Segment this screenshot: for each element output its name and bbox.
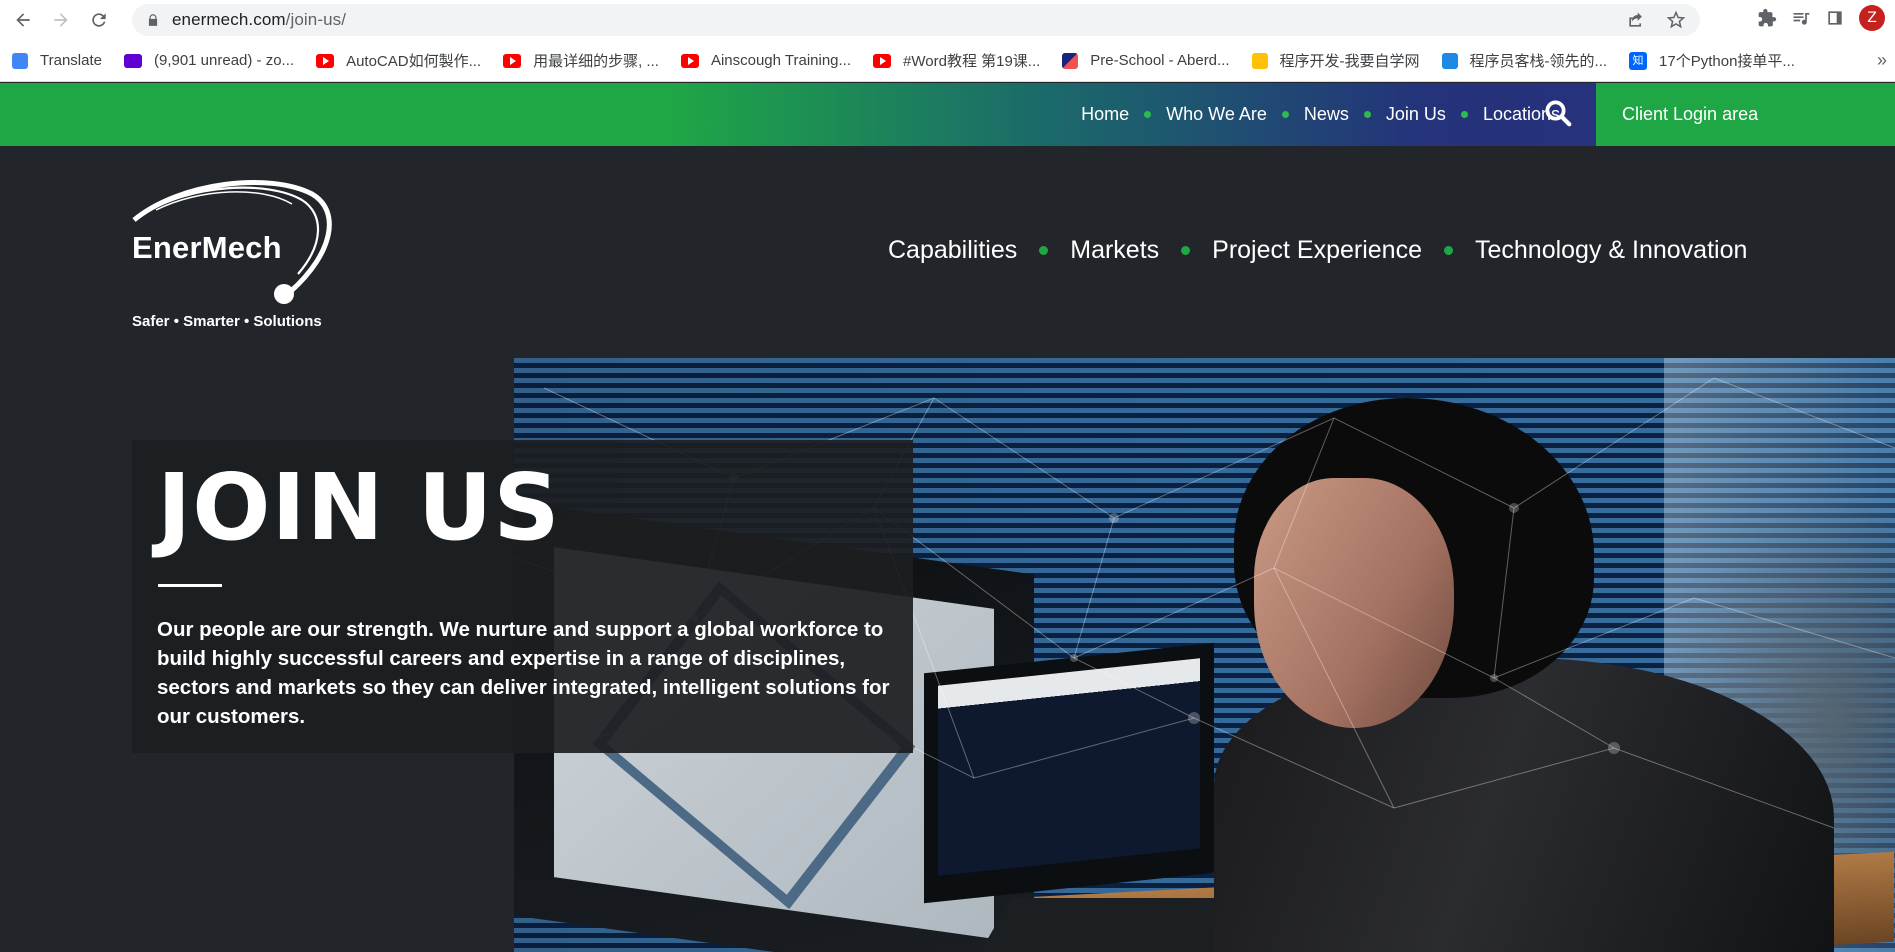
profile-avatar[interactable]: Z: [1859, 5, 1885, 31]
bookmark-label: 17个Python接单平...: [1659, 53, 1795, 70]
bookmark-label: 程序开发-我要自学网: [1279, 53, 1420, 70]
nav-separator-dot: [1460, 111, 1468, 118]
bookmark-inn[interactable]: 程序员客栈-领先的...: [1441, 50, 1608, 71]
hero-description: Our people are our strength. We nurture …: [157, 618, 890, 728]
topnav-who-we-are[interactable]: Who We Are: [1166, 104, 1267, 125]
bookmark-star-icon[interactable]: [1666, 10, 1686, 30]
bookmarks-overflow-button[interactable]: »: [1877, 50, 1887, 71]
bookmark-label: Ainscough Training...: [710, 52, 852, 69]
nav-separator-dot: [1039, 246, 1049, 255]
topnav-home[interactable]: Home: [1081, 104, 1129, 125]
mainnav-markets[interactable]: Markets: [1070, 236, 1159, 265]
bookmark-label: 用最详细的步骤, ...: [533, 53, 659, 70]
forward-button[interactable]: [46, 5, 76, 35]
bookmark-label: AutoCAD如何製作...: [346, 53, 482, 70]
bookmark-preschool[interactable]: Pre-School - Aberd...: [1062, 52, 1230, 69]
side-panel-icon[interactable]: [1825, 8, 1845, 28]
logo-tagline: Safer • Smarter • Solutions: [132, 313, 322, 330]
topnav-news[interactable]: News: [1304, 104, 1349, 125]
bookmark-label: Translate: [40, 52, 102, 69]
topnav-join-us[interactable]: Join Us: [1386, 104, 1446, 125]
arrow-right-icon: [54, 13, 68, 27]
bookmark-steps[interactable]: 用最详细的步骤, ...: [503, 50, 659, 71]
bookmark-dev[interactable]: 程序开发-我要自学网: [1251, 50, 1420, 71]
hero-text-panel: JOIN US Our people are our strength. We …: [132, 440, 913, 753]
bookmark-ainscough[interactable]: Ainscough Training...: [680, 52, 852, 69]
lock-icon: [148, 14, 158, 26]
arrow-left-icon: [16, 13, 30, 27]
site-icon: [1251, 52, 1268, 69]
nav-separator-dot: [1144, 111, 1152, 118]
bookmark-translate[interactable]: Translate: [12, 52, 102, 69]
mainnav-capabilities[interactable]: Capabilities: [888, 236, 1017, 265]
main-nav: Capabilities Markets Project Experience …: [888, 236, 1747, 265]
bookmark-label: #Word教程 第19课...: [903, 53, 1041, 70]
bookmark-label: (9,901 unread) - zo...: [153, 52, 295, 69]
share-icon[interactable]: [1626, 10, 1646, 30]
reload-button[interactable]: [84, 5, 114, 35]
bookmark-word[interactable]: #Word教程 第19课...: [873, 50, 1040, 71]
school-icon: [1062, 52, 1079, 69]
url-host: enermech.com: [172, 10, 286, 29]
reload-icon: [92, 13, 106, 27]
youtube-icon: [316, 53, 335, 68]
nav-separator-dot: [1281, 111, 1289, 118]
url-text: enermech.com/join-us/: [172, 10, 346, 30]
browser-toolbar: enermech.com/join-us/ Z: [0, 0, 1895, 40]
bookmark-mail[interactable]: (9,901 unread) - zo...: [123, 52, 295, 69]
back-button[interactable]: [8, 5, 38, 35]
page-title: JOIN US: [157, 454, 561, 561]
mainnav-technology-innovation[interactable]: Technology & Innovation: [1475, 236, 1747, 265]
zhihu-icon: 知: [1629, 51, 1648, 70]
bookmark-python[interactable]: 知 17个Python接单平...: [1629, 50, 1795, 71]
youtube-icon: [680, 53, 699, 68]
terminal-icon: [1441, 52, 1458, 69]
enermech-logo[interactable]: EnerMech Safer • Smarter • Solutions: [130, 174, 340, 334]
nav-separator-dot: [1363, 111, 1371, 118]
client-login-button[interactable]: Client Login area: [1596, 83, 1895, 146]
bookmark-label: Pre-School - Aberd...: [1090, 52, 1230, 69]
site-top-bar: Home Who We Are News Join Us Locations C…: [0, 83, 1895, 146]
bookmarks-bar: Translate (9,901 unread) - zo... AutoCAD…: [0, 40, 1895, 82]
url-path: /join-us/: [285, 10, 347, 29]
mainnav-project-experience[interactable]: Project Experience: [1212, 236, 1422, 265]
mail-icon: [123, 53, 142, 68]
logo-wordmark: EnerMech: [132, 230, 282, 265]
title-underline: [158, 584, 222, 587]
google-translate-icon: [12, 52, 28, 69]
nav-separator-dot: [1443, 246, 1453, 255]
bookmark-label: 程序员客栈-领先的...: [1469, 53, 1608, 70]
search-icon[interactable]: [1543, 98, 1573, 128]
youtube-icon: [503, 53, 522, 68]
bookmark-autocad[interactable]: AutoCAD如何製作...: [316, 50, 481, 71]
address-bar[interactable]: enermech.com/join-us/: [132, 4, 1700, 36]
nav-separator-dot: [1181, 246, 1191, 255]
extensions-puzzle-icon[interactable]: [1757, 8, 1777, 28]
youtube-icon: [873, 53, 892, 68]
top-nav: Home Who We Are News Join Us Locations: [1081, 83, 1560, 146]
media-control-icon[interactable]: [1791, 8, 1811, 28]
